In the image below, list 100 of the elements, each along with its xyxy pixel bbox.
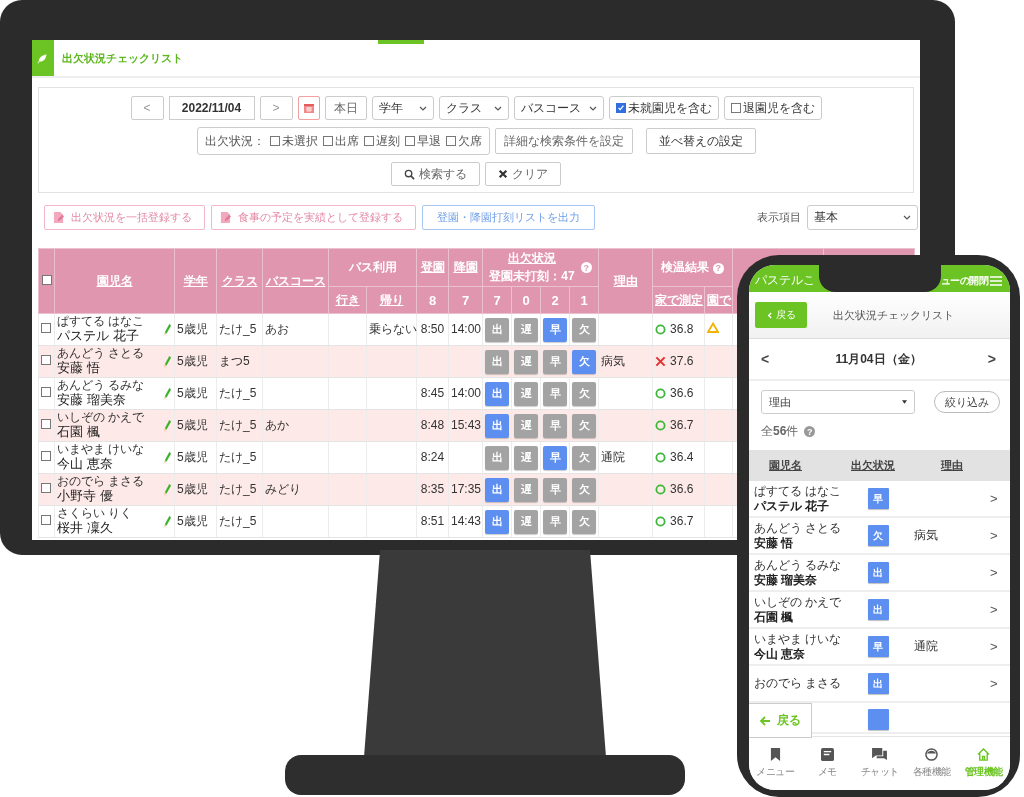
attendance-button[interactable]: 遅 <box>514 381 538 406</box>
pencil-icon[interactable] <box>163 451 172 464</box>
child-name[interactable]: 安藤 瑠美奈 <box>57 392 126 408</box>
pencil-icon[interactable] <box>163 355 172 368</box>
back-button[interactable]: 戻る <box>755 302 807 328</box>
row-checkbox[interactable] <box>41 450 51 461</box>
attendance-button[interactable]: 遅 <box>514 317 538 342</box>
chevron[interactable]: > <box>990 676 1010 691</box>
list-row[interactable]: あんどう さとる 安藤 悟 欠 病気 > <box>749 518 1010 555</box>
status-option[interactable]: 遅刻 <box>363 132 400 150</box>
checkbox[interactable] <box>363 136 374 146</box>
help-icon[interactable]: ? <box>580 262 592 273</box>
checkbox[interactable] <box>269 136 280 146</box>
nav-item[interactable]: メニュー <box>749 737 802 790</box>
pencil-icon[interactable] <box>163 387 172 400</box>
attendance-button[interactable]: 出 <box>485 477 509 502</box>
status-option[interactable]: 未選択 <box>269 132 318 150</box>
chevron[interactable]: > <box>990 528 1010 543</box>
list-row[interactable]: いまやま けいな 今山 恵奈 早 通院 > <box>749 629 1010 666</box>
attendance-button[interactable]: 早 <box>543 445 567 470</box>
child-name[interactable]: 今山 恵奈 <box>57 456 113 472</box>
pencil-icon[interactable] <box>163 323 172 336</box>
help-icon[interactable]: ? <box>712 262 724 274</box>
row-checkbox[interactable] <box>41 418 51 429</box>
nav-item[interactable]: チャット <box>853 737 906 790</box>
previous-day-button[interactable]: < <box>761 351 770 367</box>
sort-settings-button[interactable]: 並べ替えの設定 <box>645 128 756 154</box>
action-button[interactable]: 出欠状況を一括登録する <box>44 205 205 230</box>
row-checkbox[interactable] <box>41 514 51 525</box>
chevron[interactable]: > <box>990 491 1010 506</box>
next-day-button[interactable]: > <box>987 351 996 367</box>
attendance-button[interactable]: 出 <box>485 349 509 374</box>
column-header[interactable]: バスコース <box>262 248 329 314</box>
attendance-button[interactable]: 遅 <box>514 413 538 438</box>
attendance-button[interactable]: 早 <box>543 413 567 438</box>
child-name[interactable]: パステル 花子 <box>57 328 139 344</box>
attendance-button[interactable]: 早 <box>543 381 567 406</box>
child-name[interactable]: 桜井 凜久 <box>57 520 113 536</box>
filter-select[interactable]: クラス <box>438 96 509 120</box>
column-header[interactable]: 園児名 <box>749 458 841 473</box>
action-button[interactable]: 食事の予定を実績として登録する <box>211 205 416 230</box>
attendance-button[interactable]: 欠 <box>572 317 596 342</box>
column-header[interactable]: 学年 <box>174 248 217 314</box>
attendance-button[interactable]: 遅 <box>514 477 538 502</box>
filter-select[interactable]: バスコース <box>513 96 604 120</box>
display-select[interactable]: 基本 <box>807 205 918 230</box>
date-field[interactable]: 2022/11/04 <box>168 96 255 120</box>
nav-item[interactable]: メモ <box>801 737 854 790</box>
attendance-button[interactable]: 早 <box>543 317 567 342</box>
attendance-button[interactable]: 出 <box>485 509 509 534</box>
attendance-button[interactable]: 出 <box>485 413 509 438</box>
row-checkbox[interactable] <box>41 386 51 397</box>
nav-item[interactable]: 管理機能 <box>957 737 1010 790</box>
list-row[interactable]: あんどう るみな 安藤 瑠美奈 出 > <box>749 555 1010 592</box>
attendance-button[interactable]: 出 <box>485 317 509 342</box>
attendance-button[interactable]: 欠 <box>572 477 596 502</box>
attendance-button[interactable]: 欠 <box>572 445 596 470</box>
child-name[interactable]: 石園 楓 <box>57 424 100 440</box>
attendance-button[interactable]: 遅 <box>514 445 538 470</box>
attendance-button[interactable]: 欠 <box>572 349 596 374</box>
attendance-button[interactable]: 早 <box>543 509 567 534</box>
checkbox[interactable] <box>730 103 741 113</box>
column-header[interactable]: 理由 <box>598 248 653 314</box>
column-header[interactable]: 出欠状況 <box>508 250 556 267</box>
attendance-button[interactable]: 遅 <box>514 349 538 374</box>
attendance-button[interactable]: 出 <box>485 445 509 470</box>
pencil-icon[interactable] <box>163 515 172 528</box>
select-all-checkbox[interactable] <box>41 275 52 285</box>
action-button[interactable]: 登園・降園打刻リストを出力 <box>422 205 595 230</box>
attendance-button[interactable]: 欠 <box>572 509 596 534</box>
filter-select[interactable]: 学年 <box>371 96 434 120</box>
status-option[interactable]: 出席 <box>322 132 359 150</box>
attendance-button[interactable]: 出 <box>485 381 509 406</box>
include-toggle[interactable]: 退園児を含む <box>723 96 822 120</box>
floating-back-button[interactable]: 戻る <box>749 703 812 738</box>
menu-toggle-label[interactable]: ューの開閉 <box>940 273 988 288</box>
previous-day-button[interactable]: < <box>130 96 164 120</box>
status-option[interactable]: 欠席 <box>445 132 482 150</box>
attendance-button[interactable]: 欠 <box>572 381 596 406</box>
column-header[interactable]: 理由 <box>931 458 963 473</box>
checkbox[interactable] <box>322 136 333 146</box>
include-toggle[interactable]: 未就園児を含む <box>608 96 719 120</box>
calendar-button[interactable] <box>297 96 320 120</box>
reason-select[interactable]: 理由 <box>761 390 915 414</box>
column-header[interactable]: 出欠状況 <box>841 458 931 473</box>
column-header[interactable]: 園児名 <box>54 248 175 314</box>
list-row[interactable]: ぱすてる はなこ パステル 花子 早 > <box>749 481 1010 518</box>
clear-button[interactable]: クリア <box>485 162 561 186</box>
nav-item[interactable]: 各種機能 <box>905 737 958 790</box>
attendance-button[interactable]: 欠 <box>572 413 596 438</box>
search-button[interactable]: 検索する <box>391 162 480 186</box>
row-checkbox[interactable] <box>41 322 51 333</box>
checkbox[interactable] <box>615 103 626 113</box>
chevron[interactable]: > <box>990 639 1010 654</box>
row-checkbox[interactable] <box>41 354 51 365</box>
chevron[interactable]: > <box>990 565 1010 580</box>
today-button[interactable]: 本日 <box>324 96 367 120</box>
next-day-button[interactable]: > <box>259 96 293 120</box>
help-icon[interactable]: ? <box>804 426 816 437</box>
checkbox[interactable] <box>445 136 456 146</box>
